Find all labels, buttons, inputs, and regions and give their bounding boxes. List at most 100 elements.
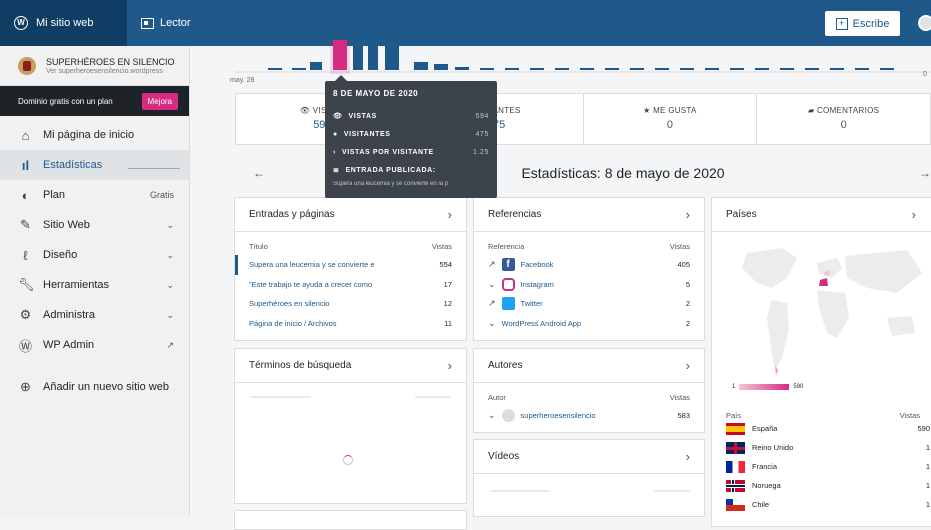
sidebar-item-home[interactable]: ⌂ Mi página de inicio bbox=[0, 120, 189, 150]
sidebar-item-wp-admin[interactable]: Ⓦ WP Admin ↗ bbox=[0, 330, 189, 360]
row-link[interactable]: superheroesensilencio bbox=[521, 411, 596, 420]
my-site-button[interactable]: W Mi sitio web bbox=[0, 0, 127, 46]
gear-icon: ⚙ bbox=[19, 307, 32, 322]
row-link[interactable]: Twitter bbox=[521, 299, 543, 308]
row-link[interactable]: Supera una leucemia y se convierte e bbox=[249, 260, 375, 269]
chart-bar[interactable] bbox=[455, 67, 469, 70]
sidebar-item-add-site[interactable]: ⊕ Añadir un nuevo sitio web bbox=[0, 372, 189, 402]
sidebar-item-site[interactable]: ✎ Sitio Web ⌄ bbox=[0, 210, 189, 240]
chevron-right-icon: › bbox=[685, 449, 690, 464]
search-terms-panel: Términos de búsqueda › bbox=[234, 348, 467, 504]
twitter-icon bbox=[501, 297, 515, 311]
chevron-down-icon: ⌄ bbox=[166, 279, 174, 290]
row-value: 2 bbox=[685, 318, 690, 328]
chart-bar[interactable] bbox=[480, 68, 494, 70]
map-legend: 1 590 bbox=[732, 384, 803, 390]
write-label: Escribe bbox=[852, 17, 890, 30]
row-link[interactable]: Facebook bbox=[521, 260, 554, 269]
sidebar-item-label: WP Admin bbox=[43, 339, 95, 351]
chart-bar[interactable] bbox=[755, 68, 769, 70]
reader-button[interactable]: Lector bbox=[141, 17, 191, 29]
table-row[interactable]: Página de inicio / Archivos 11 bbox=[235, 314, 466, 334]
chart-bar[interactable] bbox=[780, 68, 794, 70]
upgrade-button[interactable]: Mejora bbox=[141, 92, 178, 110]
table-row[interactable]: Reino Unido 1 bbox=[712, 438, 931, 457]
chart-bar[interactable] bbox=[630, 68, 644, 70]
panel-title: Términos de búsqueda bbox=[249, 360, 352, 371]
table-row[interactable]: Noruega 1 bbox=[712, 476, 931, 495]
external-link-icon[interactable]: ↗ bbox=[488, 259, 496, 270]
tooltip-label: ENTRADA PUBLICADA: bbox=[345, 166, 436, 174]
table-row[interactable]: ⌄ Instagram 5 bbox=[474, 275, 704, 295]
row-link[interactable]: Superhéroes en silencio bbox=[249, 299, 329, 308]
row-link[interactable]: Instagram bbox=[521, 280, 554, 289]
chart-bar[interactable] bbox=[555, 68, 569, 70]
chart-bar[interactable] bbox=[505, 68, 519, 70]
site-url[interactable]: Ver superheroesensilencio.wordpress bbox=[46, 68, 175, 75]
chart-bar[interactable] bbox=[605, 68, 619, 70]
chevron-down-icon[interactable]: ⌄ bbox=[488, 279, 496, 290]
write-button[interactable]: + Escribe bbox=[825, 11, 900, 36]
chart-bar[interactable] bbox=[705, 68, 719, 70]
chart-bar[interactable] bbox=[368, 40, 378, 70]
panel-header[interactable]: Referencias › bbox=[474, 198, 704, 232]
row-value: 5 bbox=[685, 279, 690, 289]
next-arrow-icon[interactable]: → bbox=[911, 166, 931, 180]
table-row[interactable]: "Este trabajo te ayuda a crecer como 17 bbox=[235, 275, 466, 295]
sidebar-item-design[interactable]: ℓ Diseño ⌄ bbox=[0, 240, 189, 270]
site-card[interactable]: SUPERHÉROES EN SILENCIO Ver superheroese… bbox=[0, 46, 189, 86]
chart-bar[interactable] bbox=[414, 62, 428, 70]
legend-gradient bbox=[739, 384, 790, 390]
placeholder-line bbox=[490, 490, 550, 492]
column-title: Título bbox=[249, 242, 268, 251]
user-avatar[interactable] bbox=[918, 15, 931, 31]
panel-header[interactable]: Términos de búsqueda › bbox=[235, 349, 466, 383]
table-row[interactable]: Chile 1 bbox=[712, 495, 931, 514]
chart-bar[interactable] bbox=[530, 68, 544, 70]
row-link[interactable]: WordPress Android App bbox=[502, 319, 582, 328]
row-link[interactable]: "Este trabajo te ayuda a crecer como bbox=[249, 280, 372, 289]
panel-header[interactable]: Autores › bbox=[474, 349, 704, 383]
chart-bar[interactable] bbox=[680, 68, 694, 70]
panel-header[interactable]: Países › bbox=[712, 198, 931, 232]
chart-bar[interactable] bbox=[855, 68, 869, 70]
chart-bar[interactable] bbox=[730, 68, 744, 70]
sidebar-item-manage[interactable]: ⚙ Administra ⌄ bbox=[0, 300, 189, 330]
table-row[interactable]: ↗ Twitter 2 bbox=[474, 294, 704, 314]
table-row[interactable]: ↗ f Facebook 405 bbox=[474, 255, 704, 275]
prev-arrow-icon[interactable]: ← bbox=[235, 166, 275, 180]
summary-tab-comments[interactable]: ▰ COMENTARIOS 0 bbox=[757, 94, 930, 144]
chart-bar[interactable] bbox=[880, 68, 894, 70]
chevron-down-icon[interactable]: ⌄ bbox=[488, 318, 496, 329]
table-row[interactable]: Superhéroes en silencio 12 bbox=[235, 294, 466, 314]
chart-bar[interactable] bbox=[353, 40, 363, 70]
chevron-down-icon[interactable]: ⌄ bbox=[488, 410, 496, 421]
table-row[interactable]: Francia 1 bbox=[712, 457, 931, 476]
panel-header[interactable]: Vídeos › bbox=[474, 440, 704, 474]
panel-header[interactable]: Entradas y páginas › bbox=[235, 198, 466, 232]
placeholder-line bbox=[654, 490, 690, 492]
sidebar-item-stats[interactable]: ıl Estadísticas bbox=[0, 150, 189, 180]
chart-bar[interactable] bbox=[830, 68, 844, 70]
summary-tab-likes[interactable]: ★ ME GUSTA 0 bbox=[584, 94, 758, 144]
chart-bar[interactable] bbox=[580, 68, 594, 70]
chart-bar[interactable] bbox=[655, 68, 669, 70]
chart-bar[interactable] bbox=[292, 68, 306, 70]
table-row[interactable]: ⌄ WordPress Android App 2 bbox=[474, 314, 704, 334]
write-icon: + bbox=[835, 17, 848, 30]
chart-bar[interactable] bbox=[805, 68, 819, 70]
chart-bar[interactable] bbox=[268, 68, 282, 70]
chart-bar[interactable] bbox=[385, 40, 399, 70]
chart-bar[interactable] bbox=[310, 62, 322, 70]
sidebar-item-plan[interactable]: ◐ Plan Gratis bbox=[0, 180, 189, 210]
author-avatar bbox=[501, 409, 515, 423]
row-link[interactable]: Página de inicio / Archivos bbox=[249, 319, 337, 328]
countries-panel: Países › 1 590 País Vistas España 590 Rei… bbox=[711, 197, 931, 527]
table-row[interactable]: ⌄ superheroesensilencio 583 bbox=[474, 406, 704, 426]
table-row[interactable]: Supera una leucemia y se convierte e 554 bbox=[235, 255, 466, 275]
sidebar-item-tools[interactable]: 🔧︎ Herramientas ⌄ bbox=[0, 270, 189, 300]
row-value: 1 bbox=[925, 481, 930, 490]
table-row[interactable]: España 590 bbox=[712, 419, 931, 438]
external-link-icon[interactable]: ↗ bbox=[488, 298, 496, 309]
chart-bar[interactable] bbox=[434, 64, 448, 70]
